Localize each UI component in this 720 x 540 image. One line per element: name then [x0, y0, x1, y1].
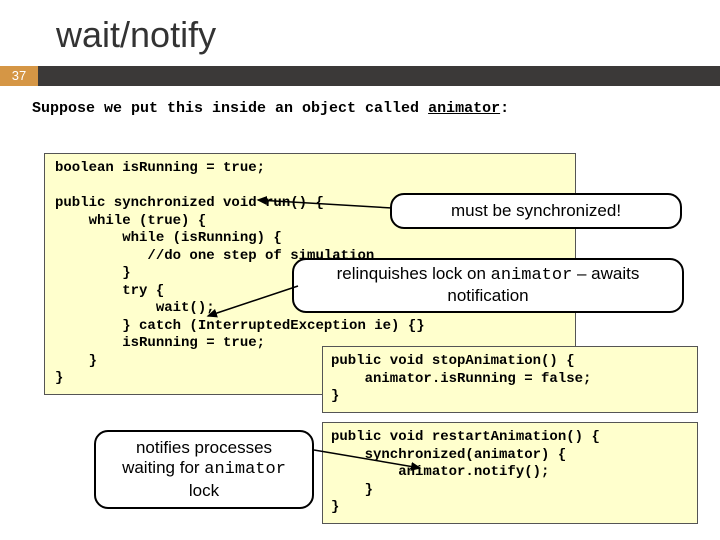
callout-relinq-a: relinquishes lock on: [337, 264, 491, 283]
header-bar-fill: [38, 66, 720, 86]
header-bar: 37: [0, 66, 720, 86]
callout-notifies: notifies processes waiting for animator …: [94, 430, 314, 509]
callout-synchronized: must be synchronized!: [390, 193, 682, 229]
code-restart: public void restartAnimation() { synchro…: [322, 422, 698, 524]
intro-text: Suppose we put this inside an object cal…: [0, 86, 720, 123]
slide-title: wait/notify: [0, 0, 720, 66]
callout-relinquishes: relinquishes lock on animator – awaits n…: [292, 258, 684, 313]
page-number: 37: [0, 66, 38, 86]
code-stop: public void stopAnimation() { animator.i…: [322, 346, 698, 413]
intro-prefix: Suppose we put this inside an object cal…: [32, 100, 428, 117]
intro-underlined: animator: [428, 100, 500, 117]
intro-suffix: :: [500, 100, 509, 117]
callout-notify-mono: animator: [204, 460, 286, 479]
callout-relinq-mono: animator: [491, 266, 573, 285]
callout-notify-b: lock: [189, 481, 219, 500]
